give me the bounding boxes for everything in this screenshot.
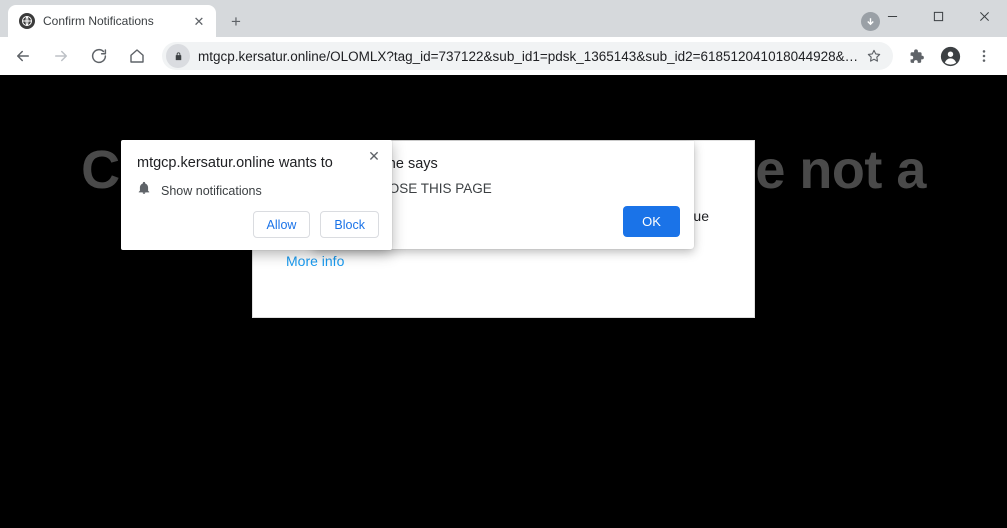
page-viewport: Click Allow to verify you are not a ue M… <box>0 75 1007 528</box>
browser-window: Confirm Notifications ✕ + mtgcp.kersatur… <box>0 0 1007 528</box>
card-continue-text: ue <box>693 208 709 224</box>
alert-ok-button[interactable]: OK <box>623 206 680 237</box>
bell-icon <box>137 181 151 200</box>
more-info-link[interactable]: More info <box>286 253 344 269</box>
extensions-icon[interactable] <box>901 41 931 71</box>
notification-permission-prompt: ✕ mtgcp.kersatur.online wants to Show no… <box>121 140 392 250</box>
allow-button[interactable]: Allow <box>252 211 311 238</box>
tab-strip: Confirm Notifications ✕ + <box>0 0 1007 37</box>
bookmark-star-icon[interactable] <box>861 43 887 69</box>
close-icon[interactable]: ✕ <box>190 12 208 30</box>
permission-buttons: Allow Block <box>252 211 379 238</box>
lock-icon[interactable] <box>166 44 190 68</box>
close-window-button[interactable] <box>961 0 1007 32</box>
block-button[interactable]: Block <box>320 211 379 238</box>
maximize-button[interactable] <box>915 0 961 32</box>
window-controls <box>869 0 1007 32</box>
close-icon[interactable]: ✕ <box>364 146 384 166</box>
new-tab-button[interactable]: + <box>222 7 250 35</box>
minimize-button[interactable] <box>869 0 915 32</box>
browser-tab[interactable]: Confirm Notifications ✕ <box>8 5 216 37</box>
permission-prompt-title: mtgcp.kersatur.online wants to <box>137 155 333 171</box>
url-text[interactable]: mtgcp.kersatur.online/OLOMLX?tag_id=7371… <box>190 49 861 64</box>
reload-button[interactable] <box>83 40 115 72</box>
tab-title: Confirm Notifications <box>43 14 154 28</box>
back-button[interactable] <box>7 40 39 72</box>
globe-icon <box>19 13 35 29</box>
home-button[interactable] <box>121 40 153 72</box>
permission-option-row: Show notifications <box>137 181 262 200</box>
chrome-menu-icon[interactable] <box>969 41 999 71</box>
forward-button[interactable] <box>45 40 77 72</box>
profile-avatar-icon[interactable] <box>935 41 965 71</box>
address-bar[interactable]: mtgcp.kersatur.online/OLOMLX?tag_id=7371… <box>162 42 893 70</box>
browser-toolbar: mtgcp.kersatur.online/OLOMLX?tag_id=7371… <box>0 37 1007 75</box>
permission-option-label: Show notifications <box>161 183 262 198</box>
